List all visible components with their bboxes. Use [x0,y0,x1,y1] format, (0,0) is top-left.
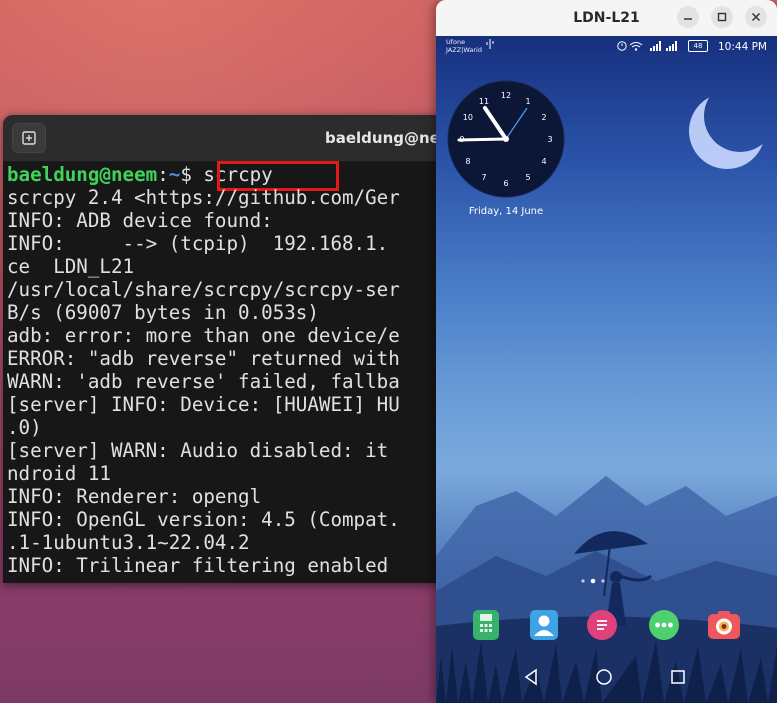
maximize-icon [717,12,727,22]
status-time: 10:44 PM [718,41,767,53]
prompt-dollar: $ [180,163,204,186]
phone-app-icon [473,610,499,640]
scrcpy-titlebar[interactable]: LDN-L21 [436,0,777,36]
output-line: WARN: 'adb reverse' failed, fallba [7,370,400,393]
dock-messaging[interactable] [585,608,619,642]
output-line: ERROR: "adb reverse" returned with [7,347,400,370]
clock-number: 12 [501,91,511,100]
maximize-button[interactable] [711,6,733,28]
new-tab-button[interactable] [12,123,46,153]
status-bar: Ufone JAZZ|Warid 48 10:44 PM [436,36,777,58]
output-line: ndroid 11 [7,462,111,485]
camera-icon [708,611,740,639]
clock-number: 6 [503,179,508,188]
messaging-icon [587,610,617,640]
apps-icon [649,610,679,640]
clock-number: 8 [465,157,470,166]
dock-contacts[interactable] [527,608,561,642]
moon-illustration [689,93,765,169]
output-line: INFO: --> (tcpip) 192.168.1. [7,232,389,255]
output-line: adb: error: more than one device/e [7,324,400,347]
output-line: .1-1ubuntu3.1~22.04.2 [7,531,250,554]
battery-indicator: 48 [688,40,708,52]
clock-number: 10 [463,113,473,122]
prompt-path: ~ [168,163,181,186]
back-icon[interactable] [523,668,539,686]
minute-hand [457,137,508,142]
signal-icon [650,41,661,51]
clock-widget[interactable]: 121234567891011 [447,80,565,198]
output-line: INFO: OpenGL version: 4.5 (Compat. [7,508,400,531]
clock-number: 4 [542,157,547,166]
dock-camera[interactable] [707,608,741,642]
scrcpy-window[interactable]: LDN-L21 Ufone JAZZ|Warid 48 10:44 PM 12 … [436,0,777,703]
wifi-icon [629,42,643,51]
navigation-bar [436,656,777,703]
prompt-user: baeldung@neem [7,163,158,186]
minimize-button[interactable] [677,6,699,28]
clock-number: 1 [525,97,530,106]
output-line: [server] WARN: Audio disabled: it [7,439,389,462]
carrier-labels: Ufone JAZZ|Warid [446,38,482,54]
clock-number: 3 [547,135,552,144]
terminal-window[interactable]: baeldung@neem baeldung@neem:~$ scrcpy sc… [3,115,463,583]
dock-app-drawer[interactable] [647,608,681,642]
signal-icon-2 [666,41,677,51]
minimize-icon [684,18,692,20]
phone-screen[interactable]: Ufone JAZZ|Warid 48 10:44 PM 12123456789… [436,36,777,703]
contacts-icon [530,610,558,640]
page-indicator [581,578,605,584]
dock-phone[interactable] [469,608,503,642]
output-line: .0) [7,416,42,439]
terminal-output[interactable]: baeldung@neem:~$ scrcpy scrcpy 2.4 <http… [3,161,463,583]
clock-number: 2 [542,113,547,122]
usb-icon [486,39,494,49]
output-line: INFO: Renderer: opengl [7,485,262,508]
output-line: [server] INFO: Device: [HUAWEI] HU [7,393,400,416]
clock-number: 5 [525,173,530,182]
carrier-2: JAZZ|Warid [446,46,482,54]
date-label: Friday, 14 June [468,206,544,217]
output-line: scrcpy 2.4 <https://github.com/Ger [7,186,400,209]
clock-number: 11 [479,97,489,106]
output-line: /usr/local/share/scrcpy/scrcpy-ser [7,278,400,301]
prompt-separator: : [157,163,169,186]
close-button[interactable] [745,6,767,28]
output-line: INFO: Trilinear filtering enabled [7,554,389,577]
recents-icon[interactable] [670,668,686,686]
alarm-icon [617,41,627,51]
new-tab-icon [22,131,36,145]
close-icon [751,12,761,22]
carrier-1: Ufone [446,38,466,46]
output-line: INFO: ADB device found: [7,209,273,232]
home-icon[interactable] [595,668,613,686]
output-line: ce LDN_L21 [7,255,135,278]
terminal-titlebar[interactable]: baeldung@neem [3,115,463,162]
app-dock [436,596,777,656]
output-line: B/s (69007 bytes in 0.053s) [7,301,319,324]
clock-number: 7 [481,173,486,182]
